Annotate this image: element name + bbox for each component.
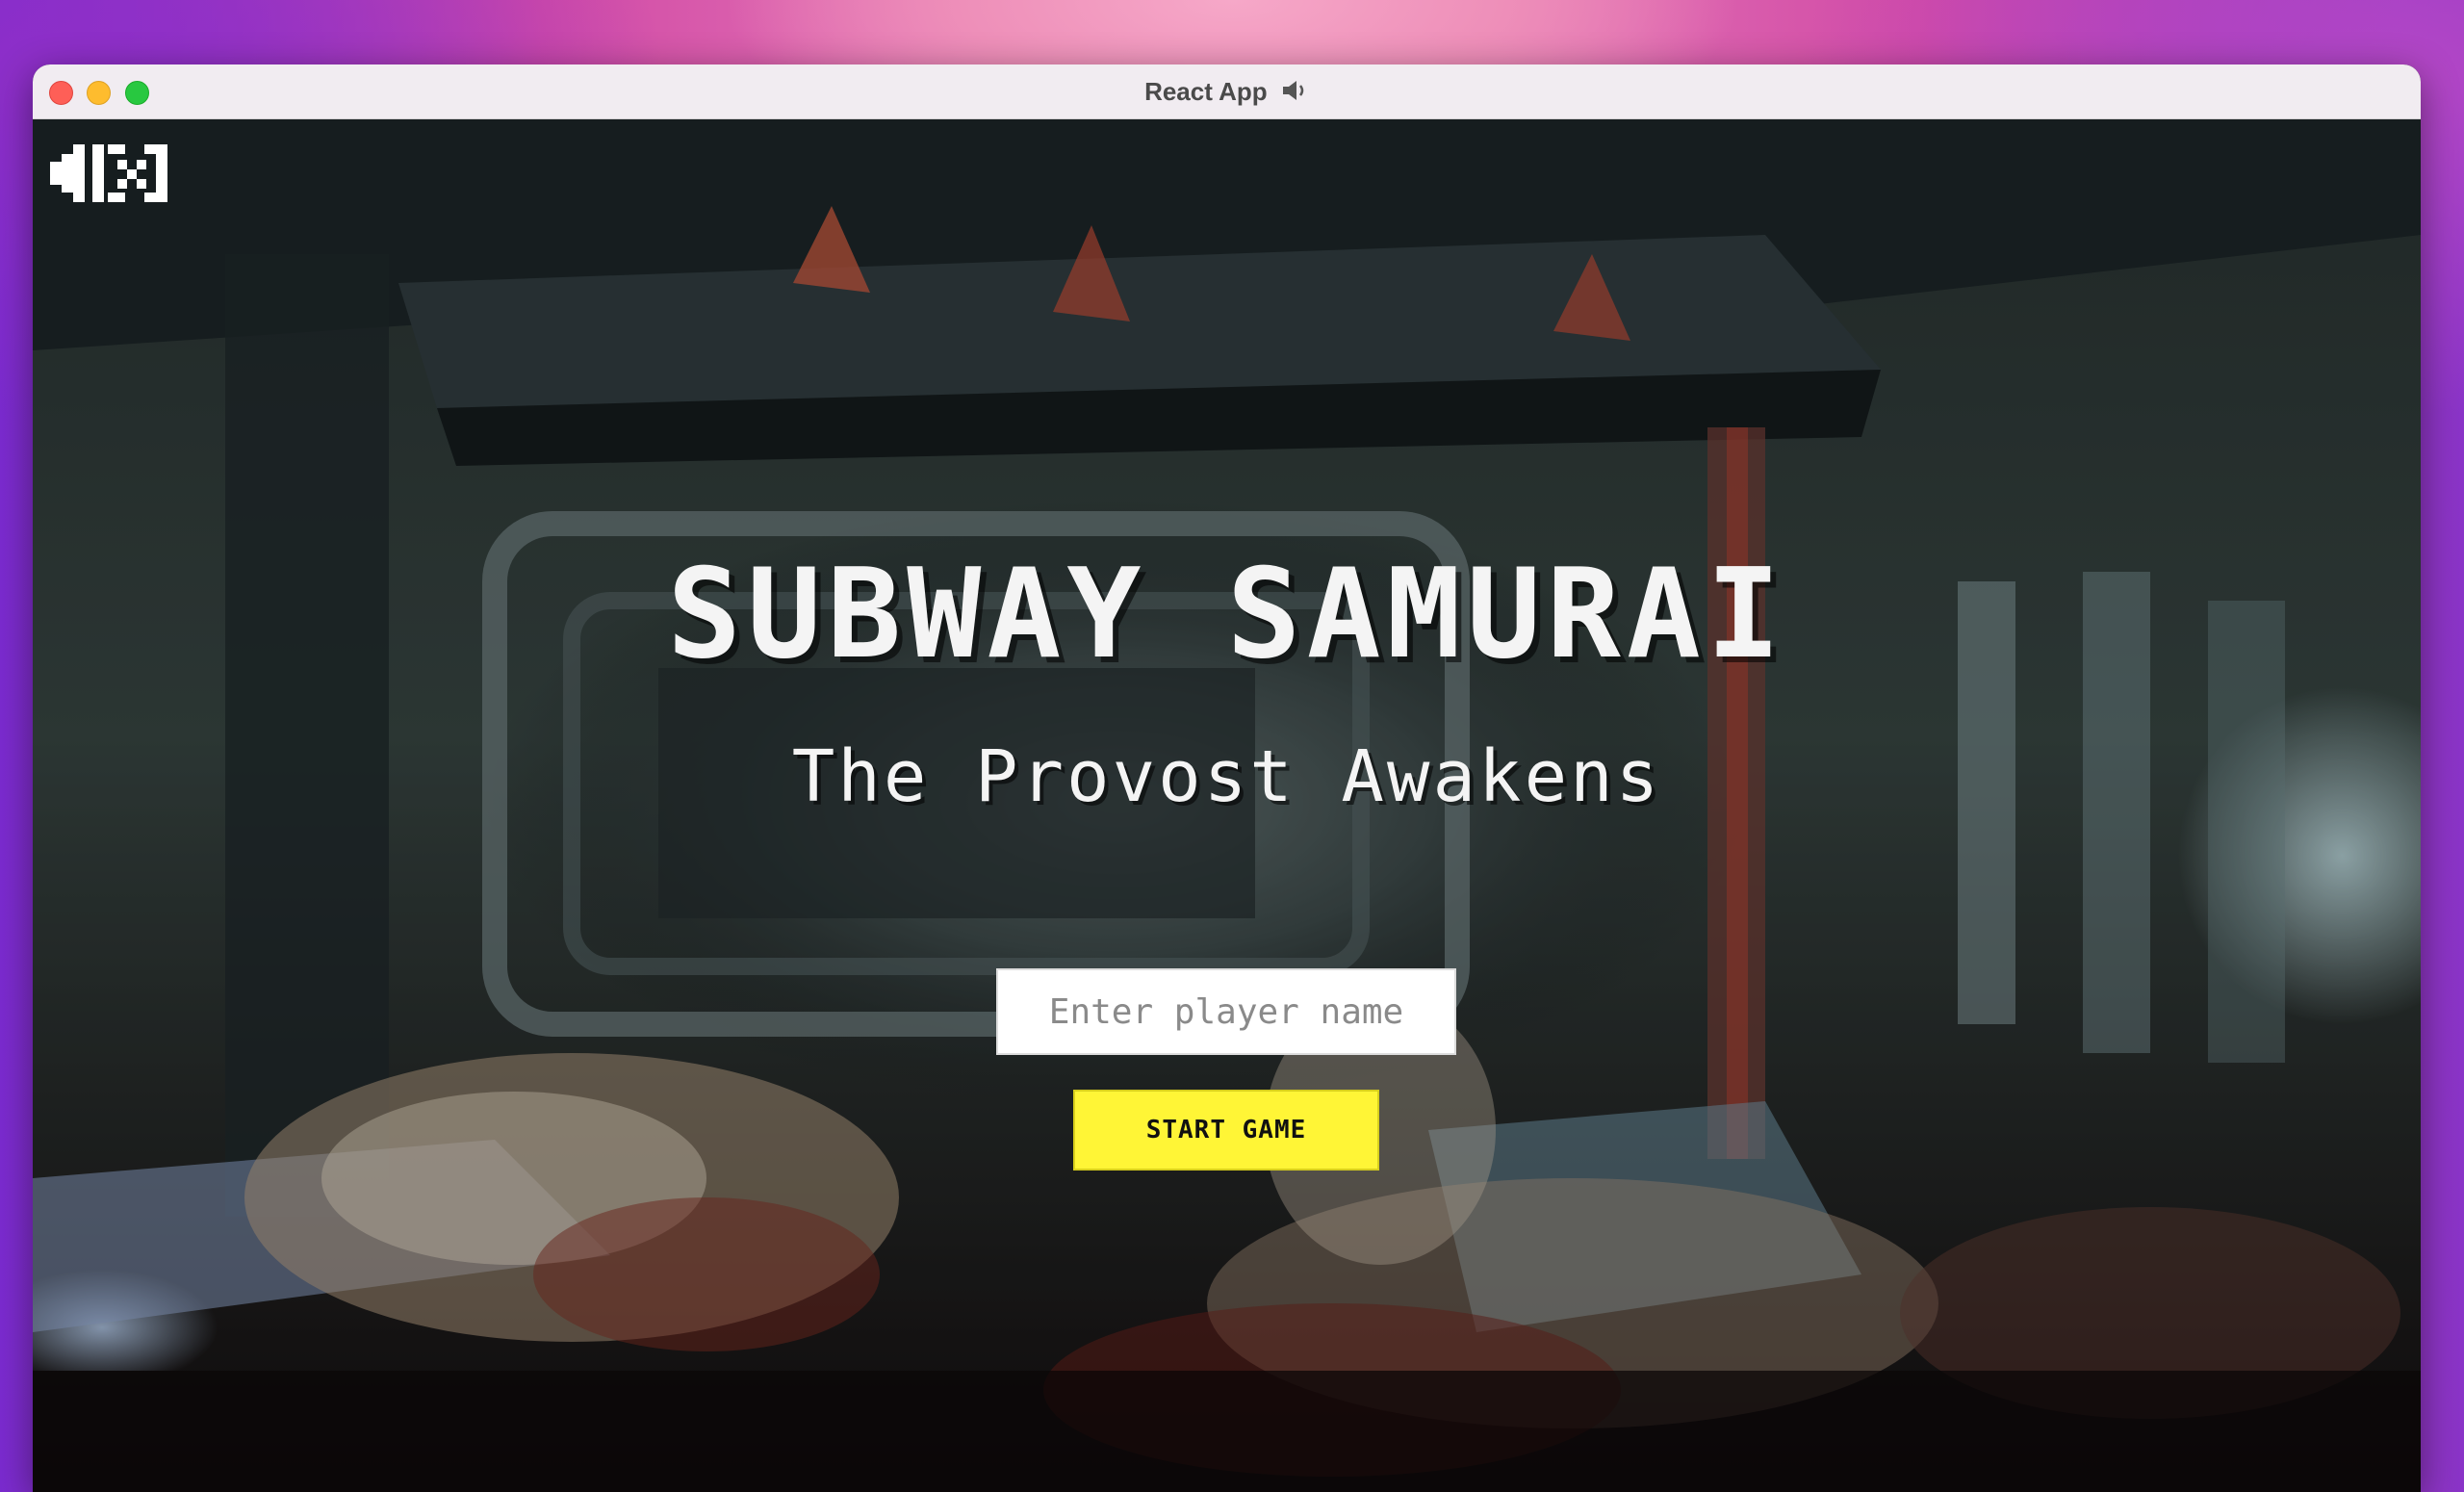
start-game-button[interactable]: START GAME (1073, 1090, 1379, 1170)
speaker-icon (1280, 78, 1309, 110)
window-titlebar[interactable]: React App (33, 64, 2421, 119)
browser-window: React App SUBWAY SAMURAI The Provost Awa… (33, 64, 2421, 1492)
sound-muted-icon[interactable] (50, 135, 177, 212)
window-title-text: React App (1144, 77, 1268, 106)
player-name-input[interactable] (996, 968, 1456, 1055)
window-title: React App (33, 77, 2421, 110)
game-subtitle: The Provost Awakens (791, 735, 1662, 818)
game-screen: SUBWAY SAMURAI The Provost Awakens START… (33, 119, 2421, 1492)
game-title: SUBWAY SAMURAI (667, 543, 1786, 686)
